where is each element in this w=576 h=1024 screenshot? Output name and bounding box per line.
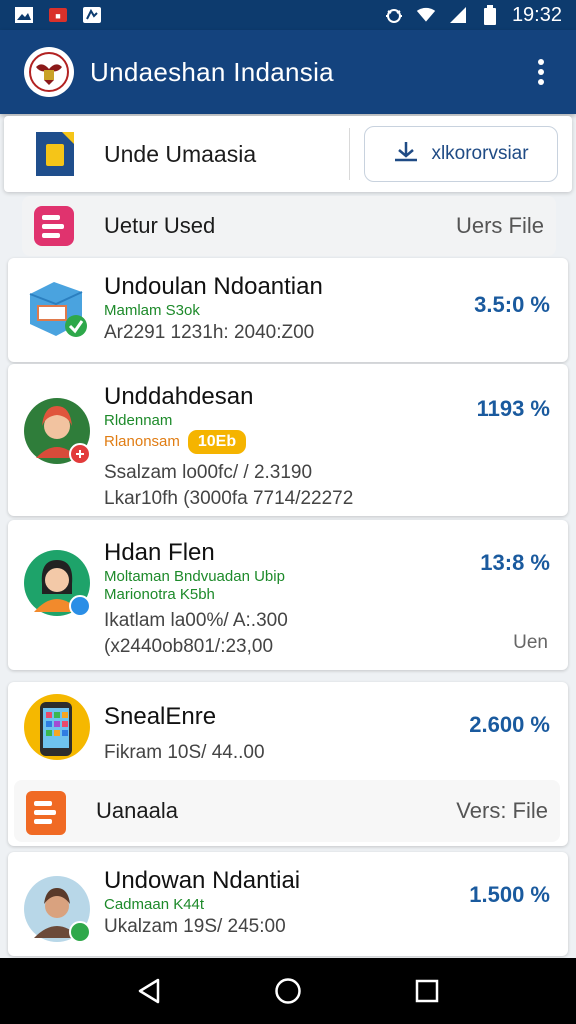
navigation-bar (0, 958, 576, 1024)
list-item[interactable]: Hdan Flen Moltaman Bndvuadan Ubip Marion… (8, 520, 568, 670)
list-item[interactable]: Unddahdesan Rldennam Rlanonsam 10Eb Ssalz… (8, 364, 568, 516)
avatar-woman-hijab-icon (24, 398, 91, 465)
item-meta: Ssalzam lo00fc/ / 2.3190 (104, 462, 313, 483)
item-percent: 1.500 % (469, 882, 550, 907)
avatar-woman-icon (24, 550, 91, 617)
sim-card-icon (32, 130, 78, 178)
item-meta: Ikatlam la00%/ A:.300 (104, 610, 288, 631)
list-icon (26, 791, 66, 835)
item-percent: 3.5:0 % (474, 292, 550, 317)
list-item[interactable]: Undoulan Ndoantian Mamlam S3ok Ar2291 12… (8, 258, 568, 362)
header-divider (349, 128, 350, 180)
item-subtitle-2: Marionotra K5bh (104, 586, 215, 603)
item-meta-2: (x2440ob801/:23,00 (104, 636, 274, 657)
item-subtitle-2: Rlanonsam 10Eb (104, 430, 548, 454)
section-action-link[interactable]: Uers File (456, 213, 544, 239)
item-percent: 2.600 % (469, 712, 550, 737)
notification-icon: ■ (48, 6, 68, 24)
list-item[interactable]: Undowan Ndantiai Cadmaan K44t Ukalzam 19… (8, 852, 568, 956)
section-action-link[interactable]: Vers: File (456, 798, 548, 824)
svg-text:■: ■ (55, 11, 60, 21)
section-title: Uanaala (96, 798, 178, 823)
app-icon (82, 6, 102, 24)
avatar-man-icon (24, 876, 91, 943)
app-bar: Undaeshan Indansia (0, 30, 576, 114)
list-icon (34, 206, 74, 246)
smartphone-icon (24, 694, 90, 760)
garuda-emblem-icon (24, 47, 74, 97)
section-header-uanaala: Uanaala Vers: File (14, 780, 560, 842)
bug-icon (384, 6, 404, 24)
header-action-label: xlkororvsiar (431, 143, 529, 164)
download-icon (393, 140, 419, 168)
more-vert-icon[interactable] (526, 52, 556, 92)
item-tag: 10Eb (187, 430, 247, 454)
section-title: Uetur Used (104, 213, 216, 238)
item-extra-label: Uen (513, 632, 548, 653)
recents-square-icon[interactable] (407, 971, 447, 1011)
wifi-icon (416, 6, 436, 24)
item-percent: 13:8 % (480, 550, 550, 575)
battery-icon (480, 5, 500, 25)
item-meta: Fikram 10S/ 44..00 (104, 742, 265, 763)
app-title: Undaeshan Indansia (90, 56, 334, 87)
header-action-button[interactable]: xlkororvsiar (364, 126, 558, 182)
sim-header-card: Unde Umaasia xlkororvsiar (4, 116, 572, 192)
item-meta-2: Lkar10fh (3000fa 7714/22272 (104, 488, 354, 509)
header-label: Unde Umaasia (104, 140, 257, 167)
item-percent: 1193 % (476, 396, 550, 421)
home-circle-icon[interactable] (268, 971, 308, 1011)
status-time: 19:32 (511, 3, 562, 26)
package-check-icon (24, 276, 90, 342)
item-meta: Ukalzam 19S/ 245:00 (104, 916, 286, 937)
item-subtitle-2-text: Rlanonsam (104, 432, 180, 450)
item-meta: Ar2291 1231h: 2040:Z00 (104, 322, 315, 343)
signal-icon (448, 6, 468, 24)
section-header-used: Uetur Used Uers File (22, 196, 556, 256)
back-triangle-icon[interactable] (129, 971, 169, 1011)
status-bar: ■ 19:32 (0, 0, 576, 30)
image-icon (14, 6, 34, 24)
